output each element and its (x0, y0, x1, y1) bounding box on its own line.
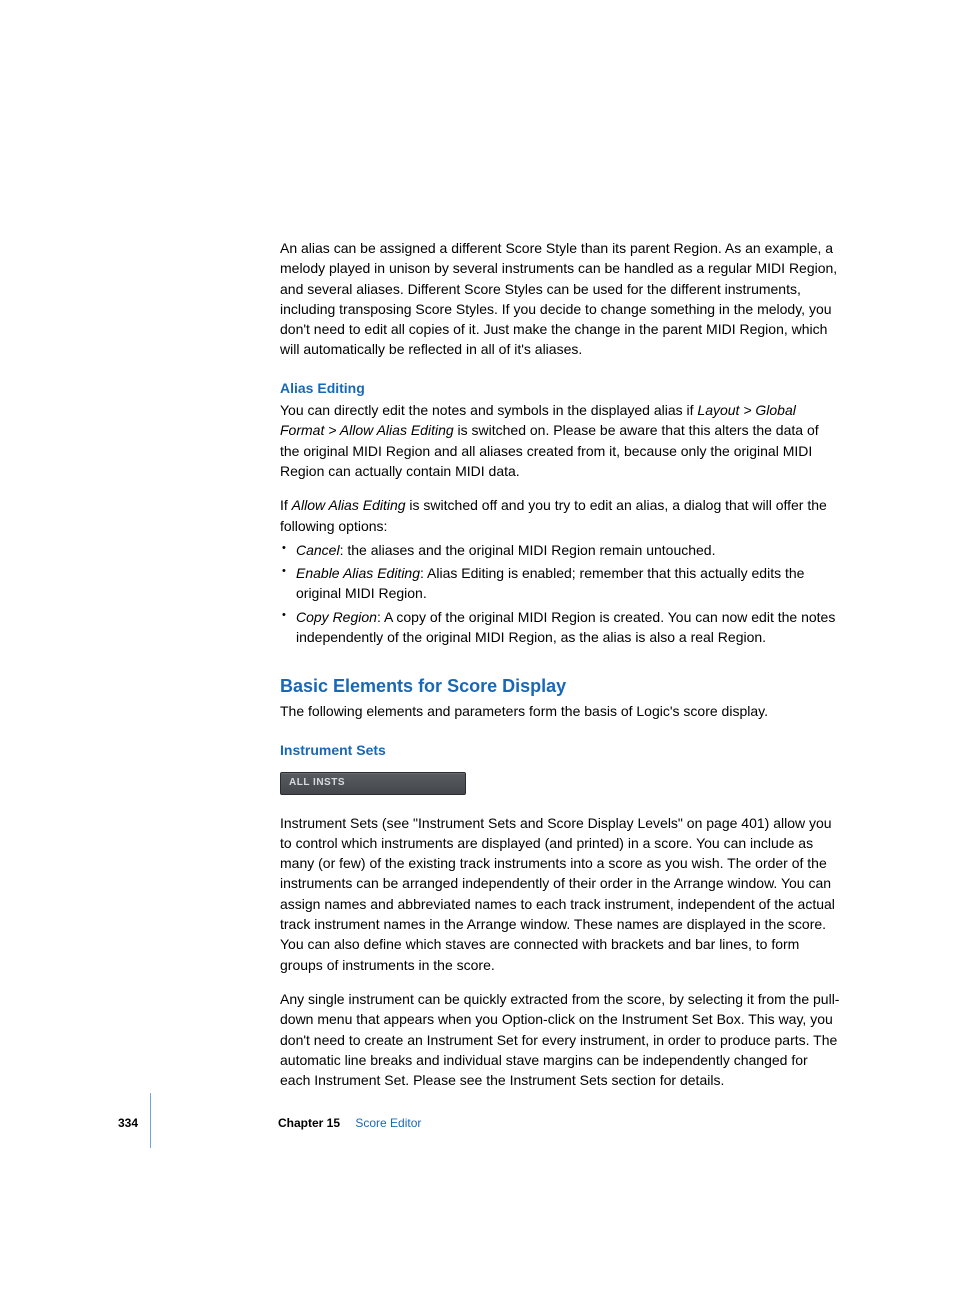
basic-elements-heading: Basic Elements for Score Display (280, 673, 840, 699)
list-item: Cancel: the aliases and the original MID… (296, 540, 840, 560)
page-number: 334 (118, 1116, 138, 1130)
list-item: Enable Alias Editing: Alias Editing is e… (296, 563, 840, 604)
intro-paragraph: An alias can be assigned a different Sco… (280, 238, 840, 360)
footer-divider (150, 1093, 151, 1148)
alias-editing-heading: Alias Editing (280, 378, 840, 398)
options-list: Cancel: the aliases and the original MID… (280, 540, 840, 647)
chapter-title: Score Editor (355, 1116, 421, 1130)
instrument-sets-p1: Instrument Sets (see "Instrument Sets an… (280, 813, 840, 975)
page-footer: 334 Chapter 15 Score Editor (118, 1115, 138, 1132)
basic-elements-sub: The following elements and parameters fo… (280, 701, 840, 721)
chapter-label: Chapter 15 (278, 1116, 340, 1130)
page-content: An alias can be assigned a different Sco… (280, 238, 840, 1104)
text: You can directly edit the notes and symb… (280, 402, 697, 418)
instrument-sets-heading: Instrument Sets (280, 740, 840, 760)
alias-editing-p1: You can directly edit the notes and symb… (280, 400, 840, 481)
option-italic: Allow Alias Editing (292, 497, 406, 513)
footer-text: Chapter 15 Score Editor (278, 1115, 421, 1132)
text: If (280, 497, 292, 513)
instrument-sets-p2: Any single instrument can be quickly ext… (280, 989, 840, 1090)
term-italic: Enable Alias Editing (296, 565, 420, 581)
term-italic: Cancel (296, 542, 340, 558)
term-italic: Copy Region (296, 609, 377, 625)
alias-editing-p2: If Allow Alias Editing is switched off a… (280, 495, 840, 536)
list-item: Copy Region: A copy of the original MIDI… (296, 607, 840, 648)
text: : A copy of the original MIDI Region is … (296, 609, 835, 645)
text: : the aliases and the original MIDI Regi… (340, 542, 716, 558)
instrument-set-box[interactable]: ALL INSTS (280, 772, 466, 795)
